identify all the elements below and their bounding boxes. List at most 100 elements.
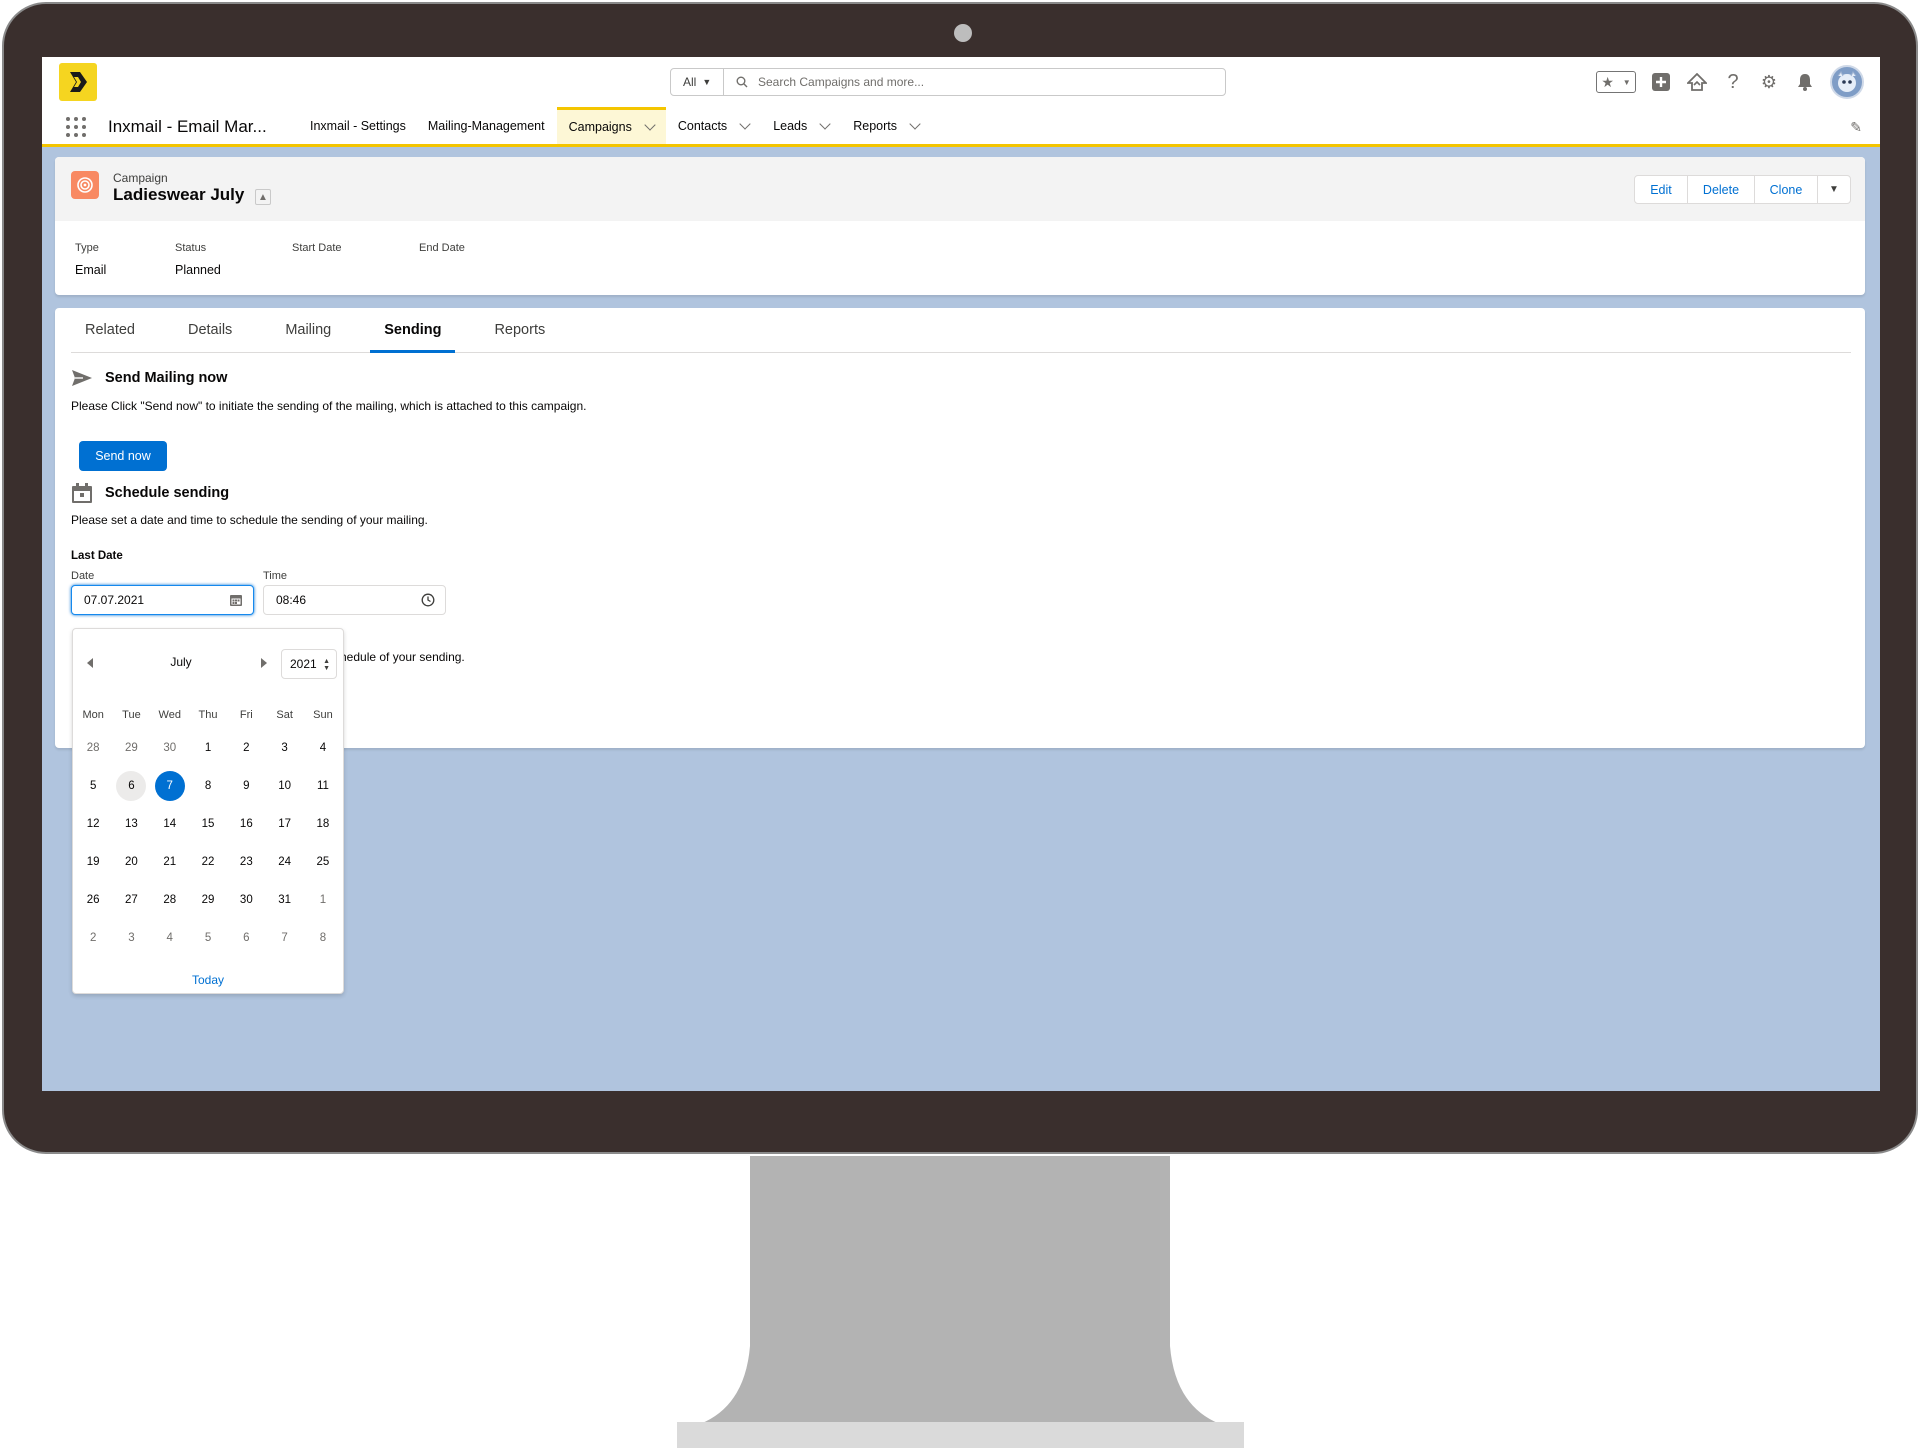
- favorites-button[interactable]: ★ ▼: [1596, 71, 1636, 93]
- tab-reports[interactable]: Reports: [480, 308, 559, 352]
- edit-nav-pencil-icon[interactable]: ✎: [1850, 119, 1862, 136]
- global-actions-plus-icon[interactable]: [1650, 71, 1672, 93]
- calendar-day[interactable]: 17: [265, 805, 303, 843]
- app-launcher-icon[interactable]: [66, 117, 86, 137]
- header-utility-icons: ★ ▼ ? ⚙: [1596, 65, 1864, 99]
- trailhead-icon[interactable]: [1686, 71, 1708, 93]
- weekday-header: Sun: [313, 709, 333, 721]
- calendar-day[interactable]: 4: [151, 919, 189, 957]
- global-search-input[interactable]: Search Campaigns and more...: [723, 68, 1226, 96]
- record-header-top: Campaign Ladieswear July ▲ Edit Delete C…: [55, 157, 1865, 221]
- nav-item-leads[interactable]: Leads: [761, 107, 841, 144]
- calendar-day-number: 10: [278, 780, 292, 792]
- chevron-down-icon[interactable]: [644, 119, 656, 131]
- chevron-down-icon[interactable]: [739, 117, 751, 130]
- calendar-day[interactable]: 18: [304, 805, 342, 843]
- edit-button[interactable]: Edit: [1634, 175, 1688, 204]
- notification-bell-icon[interactable]: [1794, 71, 1816, 93]
- date-input[interactable]: 07.07.2021: [71, 585, 254, 615]
- today-link[interactable]: Today: [73, 973, 343, 987]
- calendar-day[interactable]: 6: [227, 919, 265, 957]
- calendar-day[interactable]: 27: [112, 881, 150, 919]
- help-icon[interactable]: ?: [1722, 71, 1744, 93]
- user-avatar[interactable]: [1830, 65, 1864, 99]
- calendar-day[interactable]: 12: [74, 805, 112, 843]
- nav-item-reports[interactable]: Reports: [841, 107, 931, 144]
- calendar-day-number: 2: [89, 932, 97, 944]
- calendar-day[interactable]: 23: [227, 843, 265, 881]
- tab-sending[interactable]: Sending: [370, 308, 456, 353]
- time-input[interactable]: 08:46: [263, 585, 446, 615]
- calendar-day-number: 9: [243, 780, 250, 792]
- previous-month-icon[interactable]: [87, 658, 93, 668]
- calendar-day[interactable]: 8: [304, 919, 342, 957]
- calendar-day[interactable]: 24: [265, 843, 303, 881]
- chevron-down-icon[interactable]: [909, 117, 921, 130]
- calendar-day-number: 30: [163, 742, 177, 754]
- year-select[interactable]: 2021 ▲ ▼: [281, 649, 337, 679]
- date-picker-header: July 2021 ▲ ▼: [73, 649, 343, 679]
- calendar-day[interactable]: 22: [189, 843, 227, 881]
- astro-avatar-icon: [1837, 71, 1857, 92]
- tab-related[interactable]: Related: [71, 308, 149, 352]
- gear-icon[interactable]: ⚙: [1758, 71, 1780, 93]
- calendar-day[interactable]: 8: [189, 767, 227, 805]
- calendar-day[interactable]: 21: [151, 843, 189, 881]
- calendar-day[interactable]: 31: [265, 881, 303, 919]
- calendar-day[interactable]: 9: [227, 767, 265, 805]
- nav-item-contacts[interactable]: Contacts: [666, 107, 761, 144]
- hierarchy-icon[interactable]: ▲: [255, 189, 271, 205]
- app-logo[interactable]: [59, 63, 97, 101]
- nav-item-inxmail-settings[interactable]: Inxmail - Settings: [298, 107, 418, 144]
- calendar-day-number: 3: [128, 932, 135, 944]
- delete-button[interactable]: Delete: [1687, 175, 1755, 204]
- clock-icon[interactable]: [421, 593, 435, 610]
- calendar-day[interactable]: 20: [112, 843, 150, 881]
- next-month-icon[interactable]: [261, 658, 267, 668]
- more-actions-button[interactable]: ▼: [1817, 175, 1851, 204]
- send-now-button[interactable]: Send now: [79, 441, 167, 471]
- chevron-down-icon[interactable]: [819, 117, 831, 130]
- calendar-day[interactable]: 14: [151, 805, 189, 843]
- highlight-type: Type Email: [75, 242, 175, 277]
- calendar-day[interactable]: 3: [265, 729, 303, 767]
- send-icon: [72, 370, 92, 386]
- clone-button[interactable]: Clone: [1754, 175, 1818, 204]
- date-picker-dropdown: July 2021 ▲ ▼ Mon Tue Wed Thu Fri Sat Sun 28 29 30…: [72, 628, 344, 994]
- calendar-day[interactable]: 7: [265, 919, 303, 957]
- calendar-day[interactable]: 28: [151, 881, 189, 919]
- calendar-day[interactable]: 3: [112, 919, 150, 957]
- calendar-day[interactable]: 5: [189, 919, 227, 957]
- calendar-day[interactable]: 15: [189, 805, 227, 843]
- date-field-label: Date: [71, 570, 95, 582]
- tab-details[interactable]: Details: [174, 308, 246, 352]
- nav-item-campaigns[interactable]: Campaigns: [556, 107, 666, 144]
- calendar-day[interactable]: 2: [227, 729, 265, 767]
- calendar-day[interactable]: 19: [74, 843, 112, 881]
- calendar-day[interactable]: 30: [227, 881, 265, 919]
- nav-item-mailing-management[interactable]: Mailing-Management: [416, 107, 557, 144]
- calendar-day[interactable]: 7: [151, 767, 189, 805]
- highlight-end-date: End Date: [419, 242, 539, 277]
- calendar-icon[interactable]: [229, 593, 243, 610]
- calendar-day[interactable]: 25: [304, 843, 342, 881]
- calendar-day[interactable]: 4: [304, 729, 342, 767]
- calendar-day[interactable]: 5: [74, 767, 112, 805]
- calendar-day-number: 7: [281, 932, 288, 944]
- calendar-day[interactable]: 10: [265, 767, 303, 805]
- calendar-day[interactable]: 11: [304, 767, 342, 805]
- calendar-day[interactable]: 30: [151, 729, 189, 767]
- tab-mailing[interactable]: Mailing: [271, 308, 345, 352]
- calendar-day[interactable]: 26: [74, 881, 112, 919]
- calendar-day[interactable]: 29: [189, 881, 227, 919]
- calendar-day[interactable]: 1: [189, 729, 227, 767]
- calendar-day[interactable]: 2: [74, 919, 112, 957]
- calendar-day[interactable]: 29: [112, 729, 150, 767]
- calendar-day[interactable]: 28: [74, 729, 112, 767]
- calendar-day-number: 5: [204, 932, 212, 944]
- calendar-day[interactable]: 13: [112, 805, 150, 843]
- calendar-day[interactable]: 16: [227, 805, 265, 843]
- search-scope-select[interactable]: All ▼: [670, 68, 724, 96]
- calendar-day[interactable]: 1: [304, 881, 342, 919]
- calendar-day[interactable]: 6: [112, 767, 150, 805]
